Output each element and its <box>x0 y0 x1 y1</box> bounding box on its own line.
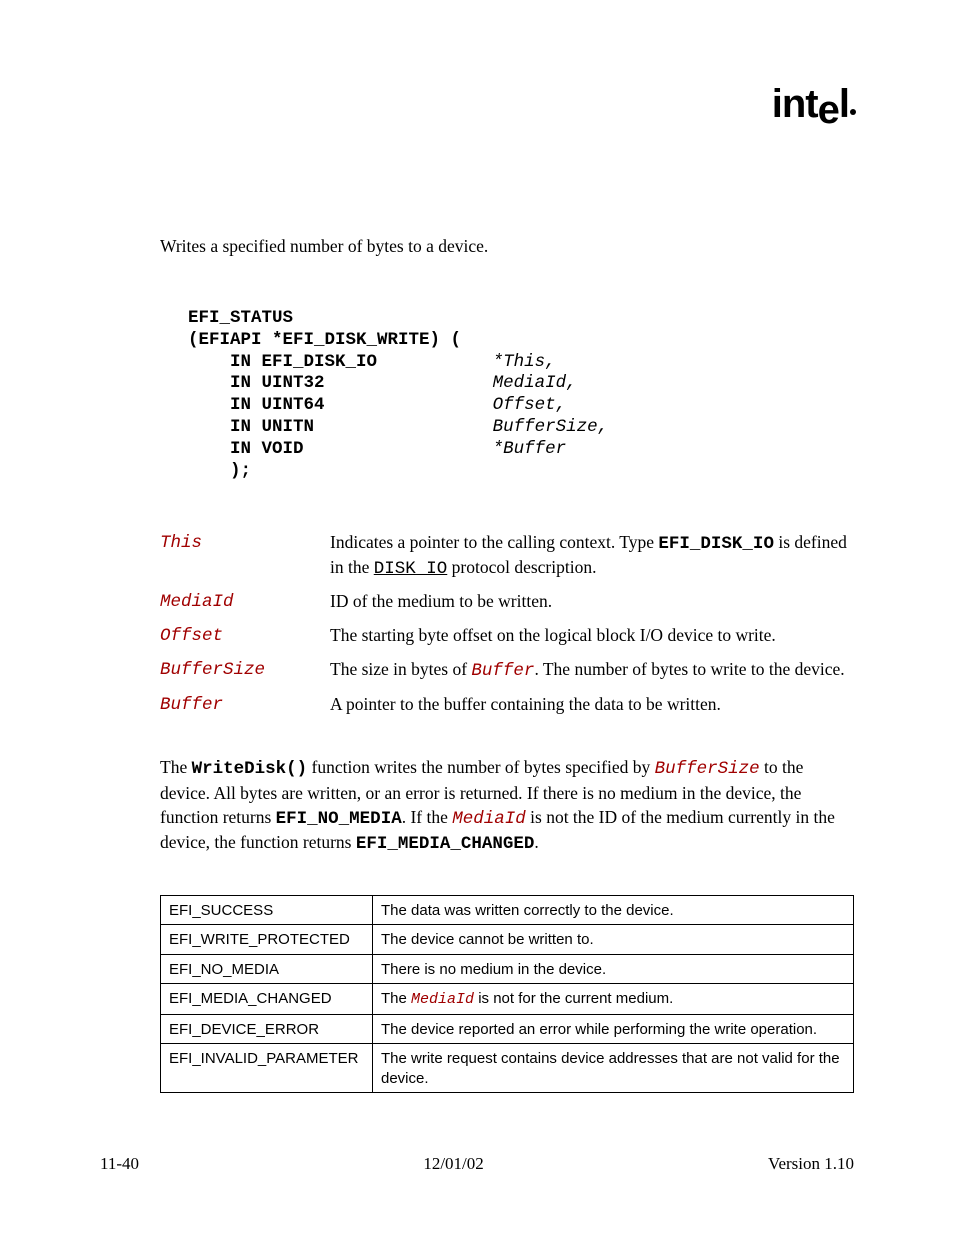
param-row: MediaId ID of the medium to be written. <box>160 590 854 614</box>
status-desc: The device reported an error while perfo… <box>373 1014 854 1044</box>
proto-param-5: *Buffer <box>493 439 567 459</box>
status-code: EFI_SUCCESS <box>161 895 373 925</box>
summary-text: Writes a specified number of bytes to a … <box>160 235 854 258</box>
status-code: EFI_DEVICE_ERROR <box>161 1014 373 1044</box>
proto-kw-5: IN VOID <box>230 439 304 459</box>
status-code: EFI_NO_MEDIA <box>161 954 373 984</box>
status-code: EFI_MEDIA_CHANGED <box>161 984 373 1015</box>
status-desc: The write request contains device addres… <box>373 1044 854 1093</box>
table-row: EFI_DEVICE_ERRORThe device reported an e… <box>161 1014 854 1044</box>
footer-center: 12/01/02 <box>423 1153 483 1175</box>
table-row: EFI_MEDIA_CHANGEDThe MediaId is not for … <box>161 984 854 1015</box>
proto-close: ); <box>230 461 251 481</box>
proto-param-1: *This, <box>493 352 556 372</box>
proto-line-2: (EFIAPI *EFI_DISK_WRITE) ( <box>188 330 461 350</box>
proto-kw-3: IN UINT64 <box>230 395 325 415</box>
status-desc: The data was written correctly to the de… <box>373 895 854 925</box>
footer-right: Version 1.10 <box>768 1153 854 1175</box>
param-name: BufferSize <box>160 658 330 683</box>
proto-kw-2: IN UINT32 <box>230 373 325 393</box>
parameters-section: This Indicates a pointer to the calling … <box>160 531 854 717</box>
table-row: EFI_INVALID_PARAMETERThe write request c… <box>161 1044 854 1093</box>
param-name: This <box>160 531 330 581</box>
status-code: EFI_INVALID_PARAMETER <box>161 1044 373 1093</box>
page-footer: 11-40 12/01/02 Version 1.10 <box>100 1153 854 1175</box>
proto-param-2: MediaId, <box>493 373 577 393</box>
table-row: EFI_SUCCESSThe data was written correctl… <box>161 895 854 925</box>
param-desc: ID of the medium to be written. <box>330 590 854 614</box>
prototype-block: EFI_STATUS (EFIAPI *EFI_DISK_WRITE) ( IN… <box>188 308 854 483</box>
param-row: Buffer A pointer to the buffer containin… <box>160 693 854 717</box>
param-desc: A pointer to the buffer containing the d… <box>330 693 854 717</box>
proto-kw-4: IN UNITN <box>230 417 314 437</box>
table-row: EFI_NO_MEDIAThere is no medium in the de… <box>161 954 854 984</box>
status-codes-table: EFI_SUCCESSThe data was written correctl… <box>160 895 854 1094</box>
intel-logo: intel <box>772 78 856 136</box>
param-desc: The starting byte offset on the logical … <box>330 624 854 648</box>
param-name: Offset <box>160 624 330 648</box>
proto-line-1: EFI_STATUS <box>188 308 293 328</box>
page: intel Writes a specified number of bytes… <box>0 0 954 1235</box>
status-desc: The MediaId is not for the current mediu… <box>373 984 854 1015</box>
param-name: MediaId <box>160 590 330 614</box>
status-desc: There is no medium in the device. <box>373 954 854 984</box>
description-paragraph: The WriteDisk() function writes the numb… <box>160 756 854 857</box>
param-name: Buffer <box>160 693 330 717</box>
table-row: EFI_WRITE_PROTECTEDThe device cannot be … <box>161 925 854 955</box>
footer-left: 11-40 <box>100 1153 139 1175</box>
param-desc: Indicates a pointer to the calling conte… <box>330 531 854 581</box>
param-row: Offset The starting byte offset on the l… <box>160 624 854 648</box>
proto-kw-1: IN EFI_DISK_IO <box>230 352 377 372</box>
param-row: This Indicates a pointer to the calling … <box>160 531 854 581</box>
status-desc: The device cannot be written to. <box>373 925 854 955</box>
proto-param-3: Offset, <box>493 395 567 415</box>
param-row: BufferSize The size in bytes of Buffer. … <box>160 658 854 683</box>
param-desc: The size in bytes of Buffer. The number … <box>330 658 854 683</box>
proto-param-4: BufferSize, <box>493 417 609 437</box>
status-code: EFI_WRITE_PROTECTED <box>161 925 373 955</box>
